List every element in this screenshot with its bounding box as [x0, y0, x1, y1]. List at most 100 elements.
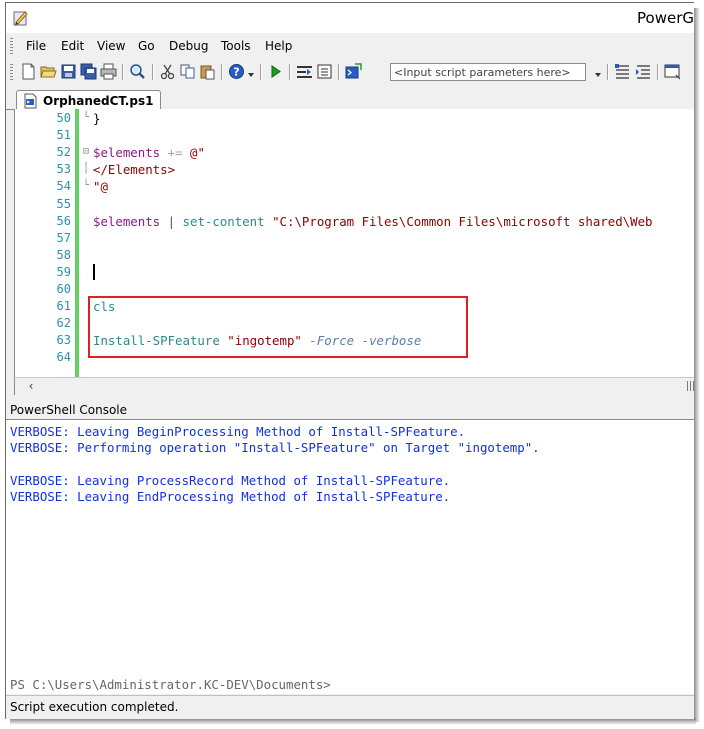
- annotation-highlight-box: [88, 296, 468, 358]
- toolbar-separator: [338, 64, 340, 80]
- console-title: PowerShell Console: [10, 403, 128, 417]
- scroll-thumb[interactable]: [687, 381, 694, 391]
- start-powershell-icon[interactable]: [345, 63, 362, 80]
- menu-help[interactable]: Help: [265, 39, 292, 53]
- line-number: 52: [56, 145, 71, 160]
- fold-marker-icon[interactable]: │: [83, 163, 89, 174]
- code-token: +=: [167, 145, 183, 161]
- console-output-line: VERBOSE: Performing operation "Install-S…: [10, 440, 540, 456]
- code-token: "C:\Program Files\Common Files\microsoft…: [272, 213, 653, 229]
- console-header: PowerShell Console: [6, 401, 694, 419]
- line-number: 59: [56, 264, 71, 279]
- script-editor[interactable]: 50 └} 51 52 ⊟ $elements += @" 53 │ </Elements> 54…: [14, 109, 694, 377]
- menu-go[interactable]: Go: [138, 39, 155, 53]
- window-title: PowerG: [637, 9, 694, 27]
- line-number: 60: [56, 282, 71, 296]
- step-into-icon[interactable]: [296, 63, 313, 80]
- line-number: 64: [56, 350, 71, 365]
- list-icon[interactable]: [614, 63, 631, 80]
- powershell-console[interactable]: VERBOSE: Leaving BeginProcessing Method …: [6, 419, 694, 694]
- window-shadow-bottom: [10, 718, 696, 725]
- code-token: set-content: [182, 213, 265, 229]
- tab-label: OrphanedCT.ps1: [43, 94, 154, 108]
- status-text: Script execution completed.: [10, 700, 179, 714]
- code-line[interactable]: }: [93, 111, 100, 126]
- toolbar-grip[interactable]: [10, 64, 13, 80]
- code-token: </Elements>: [93, 162, 176, 178]
- menu-view[interactable]: View: [97, 39, 125, 53]
- toolbar-separator: [221, 64, 223, 80]
- powershell-ise-icon: [12, 9, 30, 27]
- menu-debug[interactable]: Debug: [169, 39, 208, 53]
- line-number: 62: [56, 316, 71, 331]
- line-number: 51: [56, 128, 71, 143]
- step-over-icon[interactable]: [316, 63, 333, 80]
- line-number: 61: [56, 299, 71, 314]
- save-all-icon[interactable]: [80, 63, 97, 80]
- line-number: 57: [56, 230, 71, 245]
- tab-orphanedct[interactable]: OrphanedCT.ps1: [16, 90, 161, 111]
- menu-grip[interactable]: [10, 38, 13, 54]
- code-token: $elements: [93, 145, 161, 161]
- run-icon[interactable]: [267, 63, 284, 80]
- code-token: "@: [93, 179, 108, 195]
- line-number: 55: [56, 196, 71, 211]
- menu-bar: File Edit View Go Debug Tools Help: [6, 35, 694, 57]
- paste-icon[interactable]: [199, 63, 216, 80]
- toolbar-separator: [260, 64, 262, 80]
- fold-marker-icon[interactable]: └: [83, 180, 89, 191]
- line-number: 53: [56, 162, 71, 177]
- fold-marker-icon[interactable]: ⊟: [83, 146, 89, 157]
- script-file-icon: [23, 93, 39, 109]
- line-number: 63: [56, 333, 71, 348]
- toolbar-separator: [122, 64, 124, 80]
- indent-icon[interactable]: [635, 63, 652, 80]
- console-prompt[interactable]: PS C:\Users\Administrator.KC-DEV\Documen…: [10, 677, 331, 692]
- dropdown-arrow-icon[interactable]: [247, 63, 255, 80]
- cut-icon[interactable]: [159, 63, 176, 80]
- scroll-left-icon[interactable]: ‹: [23, 379, 39, 394]
- find-icon[interactable]: [129, 63, 146, 80]
- save-icon[interactable]: [60, 63, 77, 80]
- fold-marker-icon[interactable]: └: [83, 112, 89, 123]
- powershell-ise-window: PowerG File Edit View Go Debug Tools Hel…: [5, 2, 694, 719]
- status-bar: Script execution completed.: [6, 695, 694, 719]
- code-line[interactable]: </Elements>: [93, 162, 175, 177]
- new-file-icon[interactable]: [20, 63, 37, 80]
- toolbar-separator: [289, 64, 291, 80]
- toolbar: ? <Input script parameters here>: [6, 59, 694, 85]
- params-dropdown-arrow-icon[interactable]: [594, 63, 602, 80]
- console-output-line: VERBOSE: Leaving ProcessRecord Method of…: [10, 472, 451, 488]
- window-shadow-right: [693, 8, 700, 722]
- line-number: 54: [56, 179, 71, 194]
- help-icon[interactable]: ?: [228, 63, 245, 80]
- script-parameters-input[interactable]: <Input script parameters here>: [390, 63, 586, 81]
- line-number: 50: [56, 111, 71, 125]
- window-icon[interactable]: [664, 63, 681, 80]
- code-line[interactable]: $elements += @": [93, 145, 205, 160]
- code-token: $elements: [93, 213, 161, 229]
- text-cursor: [93, 264, 95, 280]
- console-output-line: VERBOSE: Leaving EndProcessing Method of…: [10, 488, 451, 504]
- toolbar-separator: [607, 64, 609, 80]
- script-tab-strip: OrphanedCT.ps1: [6, 87, 694, 111]
- toolbar-separator: [152, 64, 154, 80]
- editor-horizontal-scrollbar[interactable]: ‹: [14, 377, 694, 395]
- code-line[interactable]: "@: [93, 179, 108, 194]
- print-icon[interactable]: [100, 63, 117, 80]
- copy-icon[interactable]: [179, 63, 196, 80]
- code-line[interactable]: $elements | set-content "C:\Program File…: [93, 214, 653, 229]
- code-token: |: [160, 213, 183, 229]
- menu-file[interactable]: File: [26, 39, 46, 53]
- menu-tools[interactable]: Tools: [221, 39, 251, 53]
- toolbar-separator: [657, 64, 659, 80]
- menu-edit[interactable]: Edit: [61, 39, 84, 53]
- code-token: }: [93, 111, 101, 126]
- open-folder-icon[interactable]: [40, 63, 57, 80]
- title-bar: PowerG: [6, 3, 694, 33]
- changed-lines-bar: [75, 109, 79, 377]
- code-token: @": [190, 145, 205, 161]
